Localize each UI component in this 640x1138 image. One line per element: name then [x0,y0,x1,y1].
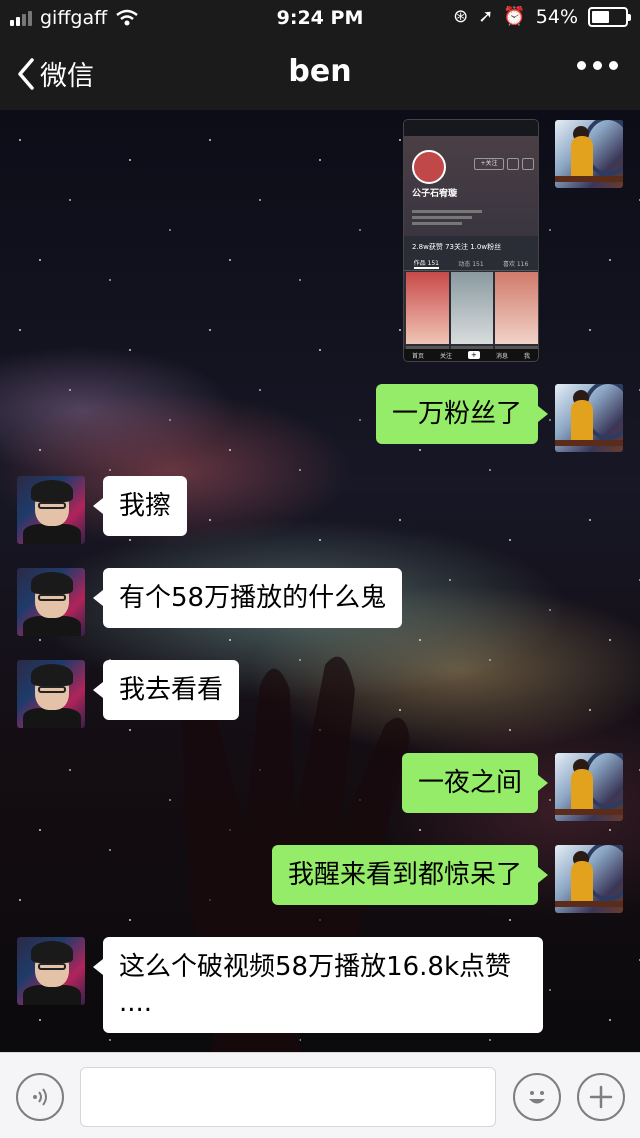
image-nav-item: 消息 [495,352,508,360]
input-bar [0,1052,640,1138]
lock-rotation-icon: ⊛ [453,6,469,27]
image-stats: 2.8w获赞 73关注 1.0w粉丝 [412,243,502,251]
plus-button[interactable] [577,1073,625,1121]
status-right: ⊛ ➚ ⏰ 54% [453,6,631,28]
image-friend-icon [507,158,519,170]
avatar-self[interactable] [555,845,623,913]
image-menu-icon [522,158,534,170]
plus-icon [589,1085,613,1109]
image-profile-name: 公子石宥璇 [412,189,458,199]
message-input[interactable] [80,1067,496,1127]
message-incoming[interactable]: 有个58万播放的什么鬼 [92,568,403,628]
image-tabs: 作品 151 动态 151 喜欢 116 [404,257,538,271]
image-profile-avatar [412,150,446,184]
avatar-ben[interactable] [17,937,85,1005]
message-incoming[interactable]: 这么个破视频58万播放16.8k点赞 .... [93,937,543,1033]
voice-button[interactable] [16,1073,64,1121]
avatar-self[interactable] [555,120,623,188]
message-outgoing[interactable]: 我醒来看到都惊呆了 [271,845,549,905]
location-icon: ➚ [478,6,494,27]
battery-percent: 54% [535,6,578,28]
nav-bar: 微信 ben [0,36,640,110]
avatar-ben[interactable] [17,568,85,636]
chat-title: ben [288,54,352,89]
image-bottom-nav: 首页 关注 + 消息 我 [404,349,538,361]
avatar-ben[interactable] [17,660,85,728]
avatar-self[interactable] [555,384,623,452]
more-icon[interactable] [577,61,618,70]
avatar-self[interactable] [555,753,623,821]
image-video-grid [406,272,538,344]
emoji-button[interactable] [513,1073,561,1121]
image-video-thumb [495,272,538,344]
image-follow-button: +关注 [474,158,504,170]
voice-icon [33,1088,47,1106]
shared-image[interactable]: +关注 公子石宥璇 2.8w获赞 73关注 1.0w粉丝 作品 151 动态 1… [403,119,539,362]
top-bar: giffgaff 9:24 PM ⊛ ➚ ⏰ 54% 微信 ben [0,0,640,110]
alarm-icon: ⏰ [503,6,526,27]
image-nav-item: 关注 [439,352,452,360]
image-bio [412,210,492,230]
chat-screen: giffgaff 9:24 PM ⊛ ➚ ⏰ 54% 微信 ben +关注 公子… [0,0,640,1138]
avatar-ben[interactable] [17,476,85,544]
emoji-icon [529,1091,545,1104]
image-video-thumb [406,272,449,344]
image-status-bar [404,120,538,136]
image-tab: 作品 151 [413,260,440,269]
image-nav-item: + [467,351,480,359]
image-video-thumb [450,272,494,344]
status-bar: giffgaff 9:24 PM ⊛ ➚ ⏰ 54% [0,0,640,36]
message-incoming[interactable]: 我擦 [92,476,188,536]
battery-icon [588,7,631,27]
message-incoming[interactable]: 我去看看 [92,660,240,720]
message-outgoing[interactable]: 一夜之间 [401,753,549,813]
message-outgoing[interactable]: 一万粉丝了 [375,384,549,444]
image-nav-item: 首页 [411,352,424,360]
image-tab: 喜欢 116 [502,261,529,268]
image-nav-item: 我 [523,352,530,360]
image-tab: 动态 151 [458,261,484,268]
